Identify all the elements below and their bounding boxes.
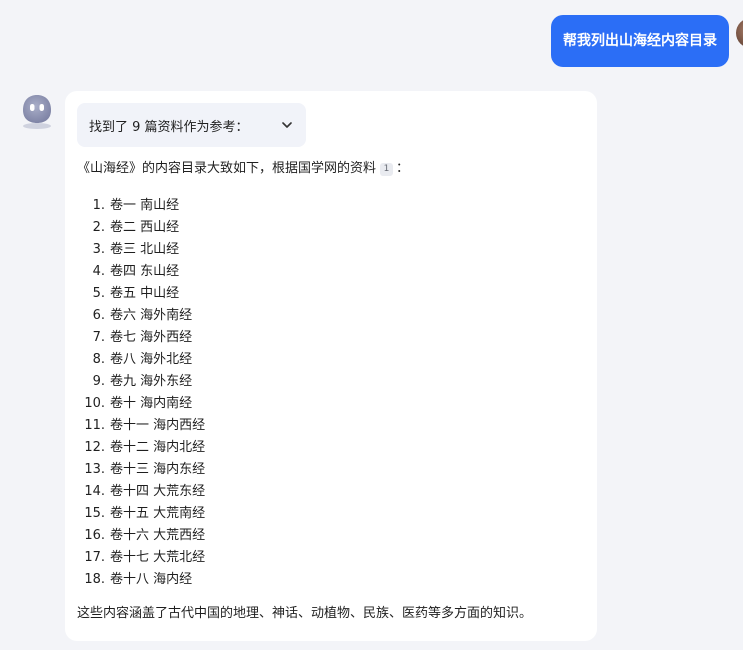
user-avatar[interactable] [736,18,743,48]
item-label: 卷一 南山经 [110,198,180,213]
item-number: 6. [92,308,105,323]
item-number: 1. [92,198,105,213]
item-number: 9. [92,374,105,389]
item-label: 卷十七 大荒北经 [110,550,206,565]
item-number: 12. [84,440,105,455]
list-item: 13. 卷十三 海内东经 [77,459,205,481]
bot-avatar-icon [17,90,57,130]
item-label: 卷六 海外南经 [110,308,193,323]
item-number: 10. [84,396,105,411]
intro-text: 《山海经》的内容目录大致如下，根据国学网的资料 1 ： [77,159,409,179]
item-label: 卷九 海外东经 [110,374,193,389]
intro-before: 《山海经》的内容目录大致如下，根据国学网的资料 [77,161,377,176]
item-label: 卷二 西山经 [110,220,180,235]
list-item: 1. 卷一 南山经 [77,195,205,217]
item-label: 卷五 中山经 [110,286,180,301]
list-item: 9. 卷九 海外东经 [77,371,205,393]
chevron-down-icon [280,118,294,132]
item-label: 卷十 海内南经 [110,396,193,411]
item-label: 卷十一 海内西经 [110,418,206,433]
item-number: 17. [84,550,105,565]
list-item: 15. 卷十五 大荒南经 [77,503,205,525]
item-label: 卷十五 大荒南经 [110,506,206,521]
list-item: 17. 卷十七 大荒北经 [77,547,205,569]
list-item: 3. 卷三 北山经 [77,239,205,261]
list-item: 4. 卷四 东山经 [77,261,205,283]
item-label: 卷三 北山经 [110,242,180,257]
intro-after: ： [396,161,410,176]
list-item: 11. 卷十一 海内西经 [77,415,205,437]
item-number: 13. [84,462,105,477]
item-number: 8. [92,352,105,367]
item-label: 卷四 东山经 [110,264,180,279]
list-item: 14. 卷十四 大荒东经 [77,481,205,503]
item-number: 2. [92,220,105,235]
list-item: 10. 卷十 海内南经 [77,393,205,415]
item-number: 4. [92,264,105,279]
item-number: 7. [92,330,105,345]
user-message-row: 帮我列出山海经内容目录 [551,15,729,67]
item-label: 卷十三 海内东经 [110,462,206,477]
sources-label: 找到了 9 篇资料作为参考： [89,119,249,135]
list-item: 12. 卷十二 海内北经 [77,437,205,459]
list-item: 8. 卷八 海外北经 [77,349,205,371]
summary-text: 这些内容涵盖了古代中国的地理、神话、动植物、民族、医药等多方面的知识。 [77,606,533,621]
citation-badge[interactable]: 1 [380,162,394,176]
item-number: 14. [84,484,105,499]
item-number: 16. [84,528,105,543]
item-number: 11. [84,418,105,433]
list-item: 7. 卷七 海外西经 [77,327,205,349]
list-item: 6. 卷六 海外南经 [77,305,205,327]
item-label: 卷十八 海内经 [110,572,193,587]
list-item: 18. 卷十八 海内经 [77,569,205,591]
list-item: 5. 卷五 中山经 [77,283,205,305]
toc-list: 1. 卷一 南山经 2. 卷二 西山经 3. 卷三 北山经 4. 卷四 东山经 5. 卷五… [77,195,205,591]
item-label: 卷十二 海内北经 [110,440,206,455]
item-label: 卷十六 大荒西经 [110,528,206,543]
list-item: 2. 卷二 西山经 [77,217,205,239]
sources-toggle[interactable]: 找到了 9 篇资料作为参考： [77,103,306,147]
list-item: 16. 卷十六 大荒西经 [77,525,205,547]
user-message-bubble: 帮我列出山海经内容目录 [551,15,729,67]
item-number: 5. [92,286,105,301]
item-label: 卷八 海外北经 [110,352,193,367]
item-label: 卷十四 大荒东经 [110,484,206,499]
assistant-message-card: 找到了 9 篇资料作为参考： 《山海经》的内容目录大致如下，根据国学网的资料 1… [65,91,597,641]
item-number: 18. [84,572,105,587]
item-number: 3. [92,242,105,257]
item-number: 15. [84,506,105,521]
item-label: 卷七 海外西经 [110,330,193,345]
